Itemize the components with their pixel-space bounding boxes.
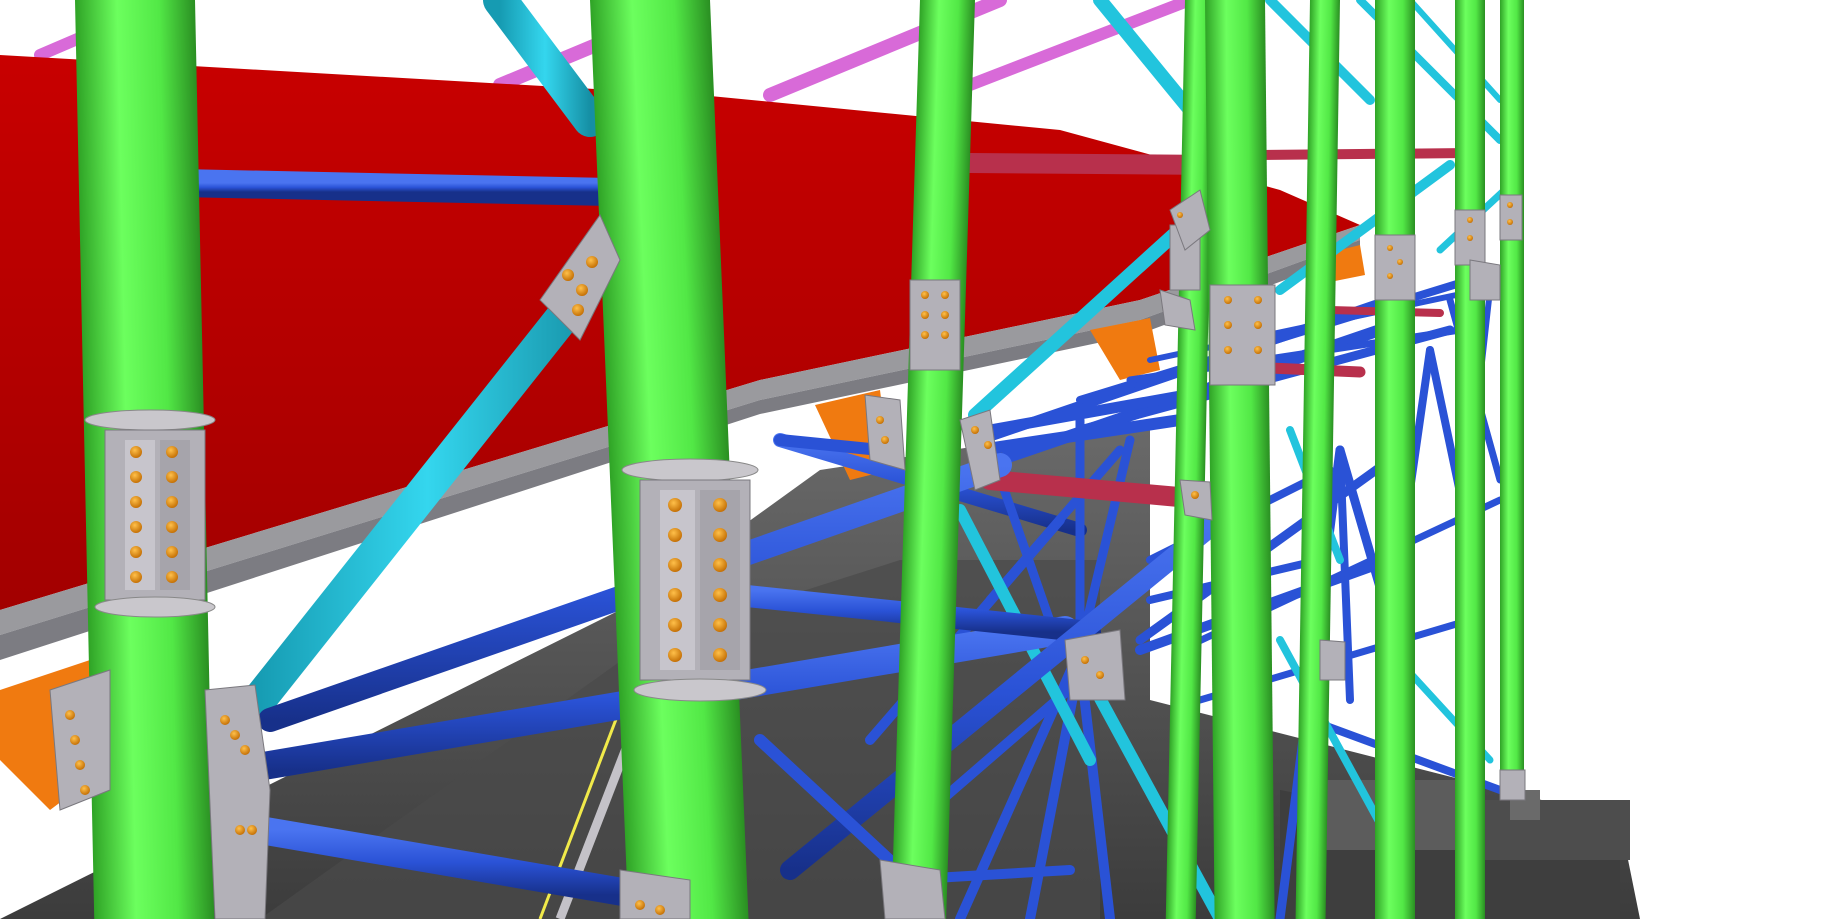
structural-model-viewport: [0, 0, 1843, 919]
column-9: [1500, 0, 1524, 800]
splice-3: [909, 279, 961, 371]
splice-2: [621, 458, 767, 702]
splice-1: [84, 409, 216, 618]
model-render: [0, 0, 1640, 919]
column-5: [1205, 0, 1275, 919]
column-8: [1455, 0, 1485, 919]
column-7: [1375, 0, 1415, 919]
